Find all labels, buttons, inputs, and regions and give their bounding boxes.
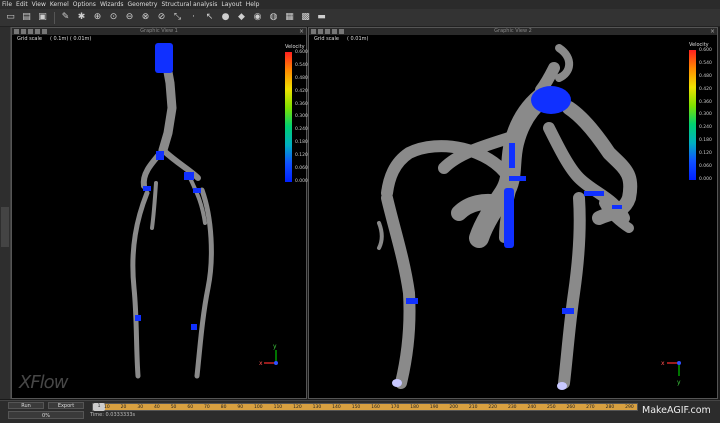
side-panel-strip[interactable] (0, 27, 11, 399)
settings-icon[interactable]: ✱ (76, 12, 87, 23)
menu-bar: File Edit View Kernel Options Wizards Ge… (0, 0, 720, 9)
makeagif-badge: MakeAGIF.com (642, 405, 711, 416)
axis-triad-2: x y (661, 360, 681, 386)
xflow-logo: XFlow (19, 372, 68, 393)
droplet-icon[interactable]: ◆ (236, 12, 247, 23)
time-readout: Time: 0.0333333s (90, 412, 136, 418)
run-button[interactable]: Run (8, 402, 44, 409)
window-icon[interactable]: ▬ (316, 12, 327, 23)
menu-file[interactable]: File (0, 1, 14, 8)
new-icon[interactable]: ▭ (5, 12, 16, 23)
layout-icon[interactable]: ▩ (300, 12, 311, 23)
fit-icon[interactable]: ⊗ (140, 12, 151, 23)
play-icon[interactable]: ✎ (60, 12, 71, 23)
cube-icon[interactable]: ◉ (252, 12, 263, 23)
menu-wizards[interactable]: Wizards (98, 1, 126, 8)
axis-y-label: y (677, 379, 681, 386)
menu-options[interactable]: Options (71, 1, 98, 8)
zoom-out-icon[interactable]: ⊖ (124, 12, 135, 23)
export-button[interactable]: Export (48, 402, 84, 409)
zoom-icon[interactable]: ⊕ (92, 12, 103, 23)
menu-help[interactable]: Help (244, 1, 262, 8)
pointer-icon[interactable]: ↖ (204, 12, 215, 23)
legend-colorbar (285, 52, 292, 182)
rotate-icon[interactable]: ⊘ (156, 12, 167, 23)
graphic-view-2[interactable]: Graphic View 2 × Grid scale( 0.01m) x y … (308, 27, 718, 399)
legend-colorbar (689, 50, 696, 180)
legend-ticks: 0.600 0.540 0.480 0.420 0.360 0.300 0.240 0.1… (295, 50, 308, 184)
zoom-in-icon[interactable]: ⊙ (108, 12, 119, 23)
toolbar-separator (54, 11, 55, 24)
axis-y-label: y (273, 343, 277, 350)
menu-layout[interactable]: Layout (219, 1, 243, 8)
menu-edit[interactable]: Edit (14, 1, 30, 8)
menu-geometry[interactable]: Geometry (126, 1, 160, 8)
axis-x-label: x (661, 360, 665, 367)
open-icon[interactable]: ▤ (21, 12, 32, 23)
timeline-knob[interactable]: 1 (93, 403, 105, 411)
velocity-legend-2: Velocity 0.600 0.540 0.480 0.420 0.360 0.300… (689, 42, 720, 192)
side-panel-tab[interactable] (1, 207, 9, 247)
graphic-view-1[interactable]: Graphic View 1 × Grid scale( 0.1m) ( 0.0… (11, 27, 308, 399)
vessel-render-2: x y (377, 44, 681, 390)
menu-view[interactable]: View (30, 1, 48, 8)
save-icon[interactable]: ▣ (37, 12, 48, 23)
axis-x-label: x (259, 360, 263, 367)
vessel-render-1: x y (130, 43, 278, 379)
progress-bar: 0% (8, 411, 84, 419)
toolbar: ▭ ▤ ▣ ✎ ✱ ⊕ ⊙ ⊖ ⊗ ⊘ ⤡ · ↖ ● ◆ ◉ ◍ ▦ ▩ ▬ (0, 9, 720, 27)
menu-structural-analysis[interactable]: Structural analysis (159, 1, 219, 8)
mesh-icon[interactable]: ◍ (268, 12, 279, 23)
menu-kernel[interactable]: Kernel (48, 1, 71, 8)
axis-triad-1: x y (259, 343, 278, 367)
grid-icon[interactable]: ▦ (284, 12, 295, 23)
select-icon[interactable]: · (188, 12, 199, 23)
sphere-icon[interactable]: ● (220, 12, 231, 23)
timeline-fill (93, 404, 637, 410)
legend-ticks: 0.600 0.540 0.480 0.420 0.360 0.300 0.240 0.1… (699, 48, 712, 182)
move-icon[interactable]: ⤡ (172, 12, 183, 23)
timeline-slider[interactable]: 1 (92, 403, 638, 411)
